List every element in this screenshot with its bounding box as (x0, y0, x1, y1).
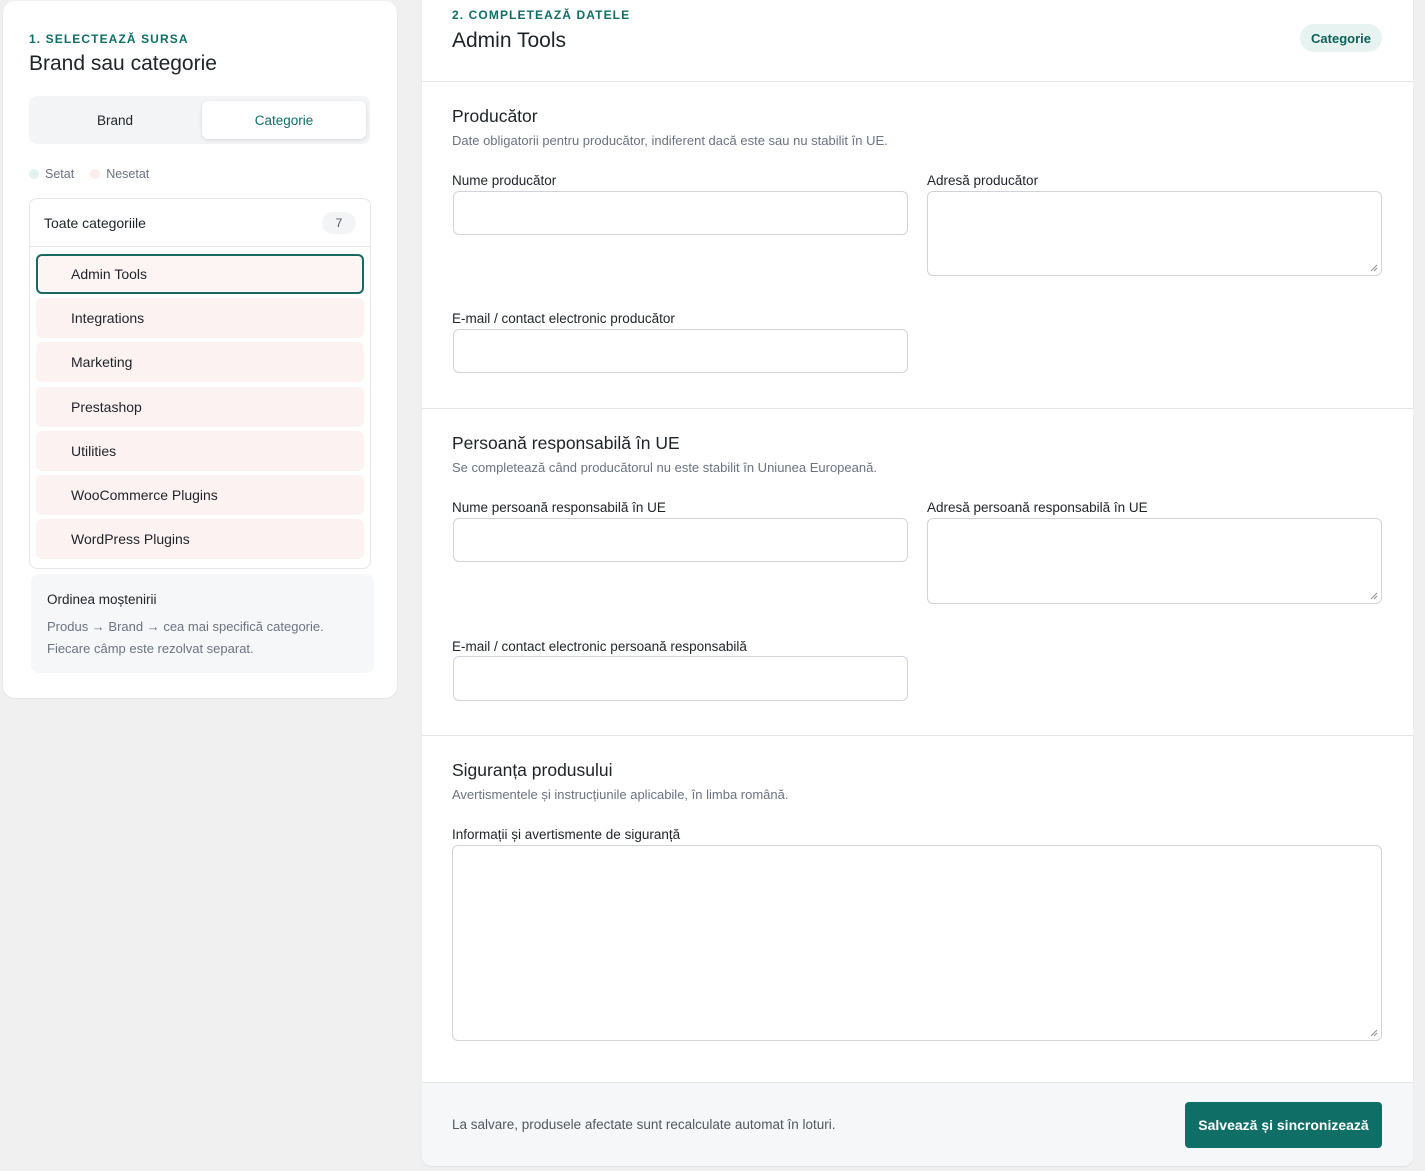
inheritance-info: Ordinea moștenirii Produs → Brand → cea … (31, 574, 374, 673)
form-footer: La salvare, produsele afectate sunt reca… (422, 1082, 1413, 1166)
toggle-category-button[interactable]: Categorie (202, 101, 366, 139)
all-categories-header[interactable]: Toate categoriile 7 (30, 199, 370, 247)
form-header: 2. COMPLETEAZĂ DATELE Admin Tools Catego… (422, 0, 1413, 82)
form-title: Admin Tools (452, 29, 567, 52)
responsible-subtitle: Se completează când producătorul nu este… (452, 460, 877, 475)
safety-info-label: Informații și avertismente de siguranță (452, 827, 681, 842)
resize-grip-icon[interactable] (1370, 1029, 1378, 1037)
responsible-email-input[interactable] (453, 656, 908, 701)
safety-title: Siguranța produsului (452, 760, 613, 780)
legend-set-label: Setat (45, 167, 75, 181)
responsible-name-label: Nume persoană responsabilă în UE (452, 500, 666, 515)
resize-grip-icon[interactable] (1370, 592, 1378, 600)
responsible-name-input[interactable] (453, 518, 908, 562)
producer-address-label: Adresă producător (927, 173, 1039, 188)
responsible-address-textarea[interactable] (927, 518, 1382, 604)
all-categories-label: Toate categoriile (44, 214, 146, 231)
responsible-address-label: Adresă persoană responsabilă în UE (927, 500, 1148, 515)
source-panel: 1. SELECTEAZĂ SURSA Brand sau categorie … (3, 1, 397, 698)
resize-grip-icon[interactable] (1370, 264, 1378, 272)
responsible-title: Persoană responsabilă în UE (452, 433, 680, 453)
source-type-badge: Categorie (1300, 24, 1382, 52)
category-item-utilities[interactable]: Utilities (36, 430, 364, 471)
producer-address-textarea[interactable] (927, 191, 1382, 276)
inheritance-line-1: Produs → Brand → cea mai specifică categ… (47, 619, 324, 634)
safety-section: Siguranța produsului Avertismentele și i… (422, 736, 1413, 1082)
footer-note: La salvare, produsele afectate sunt reca… (452, 1117, 836, 1132)
category-item-integrations[interactable]: Integrations (36, 298, 364, 339)
category-item-prestashop[interactable]: Prestashop (36, 386, 364, 427)
inheritance-title: Ordinea moștenirii (47, 592, 157, 607)
legend-unset-label: Nesetat (106, 167, 150, 181)
step-label: 1. SELECTEAZĂ SURSA (29, 32, 189, 46)
form-panel: 2. COMPLETEAZĂ DATELE Admin Tools Catego… (422, 0, 1413, 1166)
producer-subtitle: Date obligatorii pentru producător, indi… (452, 133, 888, 148)
producer-email-input[interactable] (453, 329, 908, 373)
producer-section: Producător Date obligatorii pentru produ… (422, 82, 1413, 409)
safety-info-textarea[interactable] (452, 845, 1382, 1041)
category-item-wordpress-plugins[interactable]: WordPress Plugins (36, 519, 364, 560)
producer-title: Producător (452, 106, 538, 126)
safety-subtitle: Avertismentele și instrucțiunile aplicab… (452, 787, 789, 802)
category-list-box: Toate categoriile 7 Admin Tools Integrat… (29, 198, 371, 569)
step-label: 2. COMPLETEAZĂ DATELE (452, 8, 631, 22)
category-count-badge: 7 (322, 211, 356, 234)
category-item-admin-tools[interactable]: Admin Tools (36, 254, 364, 294)
panel-title: Brand sau categorie (29, 52, 217, 75)
inheritance-line-2: Fiecare câmp este rezolvat separat. (47, 641, 254, 656)
source-type-toggle: Brand Categorie (29, 96, 370, 144)
unset-dot-icon (90, 169, 101, 179)
save-sync-button[interactable]: Salvează și sincronizează (1185, 1102, 1382, 1148)
category-list: Admin Tools Integrations Marketing Prest… (30, 247, 370, 560)
toggle-brand-button[interactable]: Brand (33, 101, 197, 139)
status-legend: Setat Nesetat (29, 167, 149, 181)
category-item-woocommerce-plugins[interactable]: WooCommerce Plugins (36, 474, 364, 515)
responsible-email-label: E-mail / contact electronic persoană res… (452, 639, 747, 654)
producer-email-label: E-mail / contact electronic producător (452, 311, 675, 326)
set-dot-icon (29, 169, 39, 179)
producer-name-input[interactable] (453, 191, 908, 235)
category-item-marketing[interactable]: Marketing (36, 342, 364, 383)
producer-name-label: Nume producător (452, 173, 557, 188)
responsible-section: Persoană responsabilă în UE Se completea… (422, 409, 1413, 736)
